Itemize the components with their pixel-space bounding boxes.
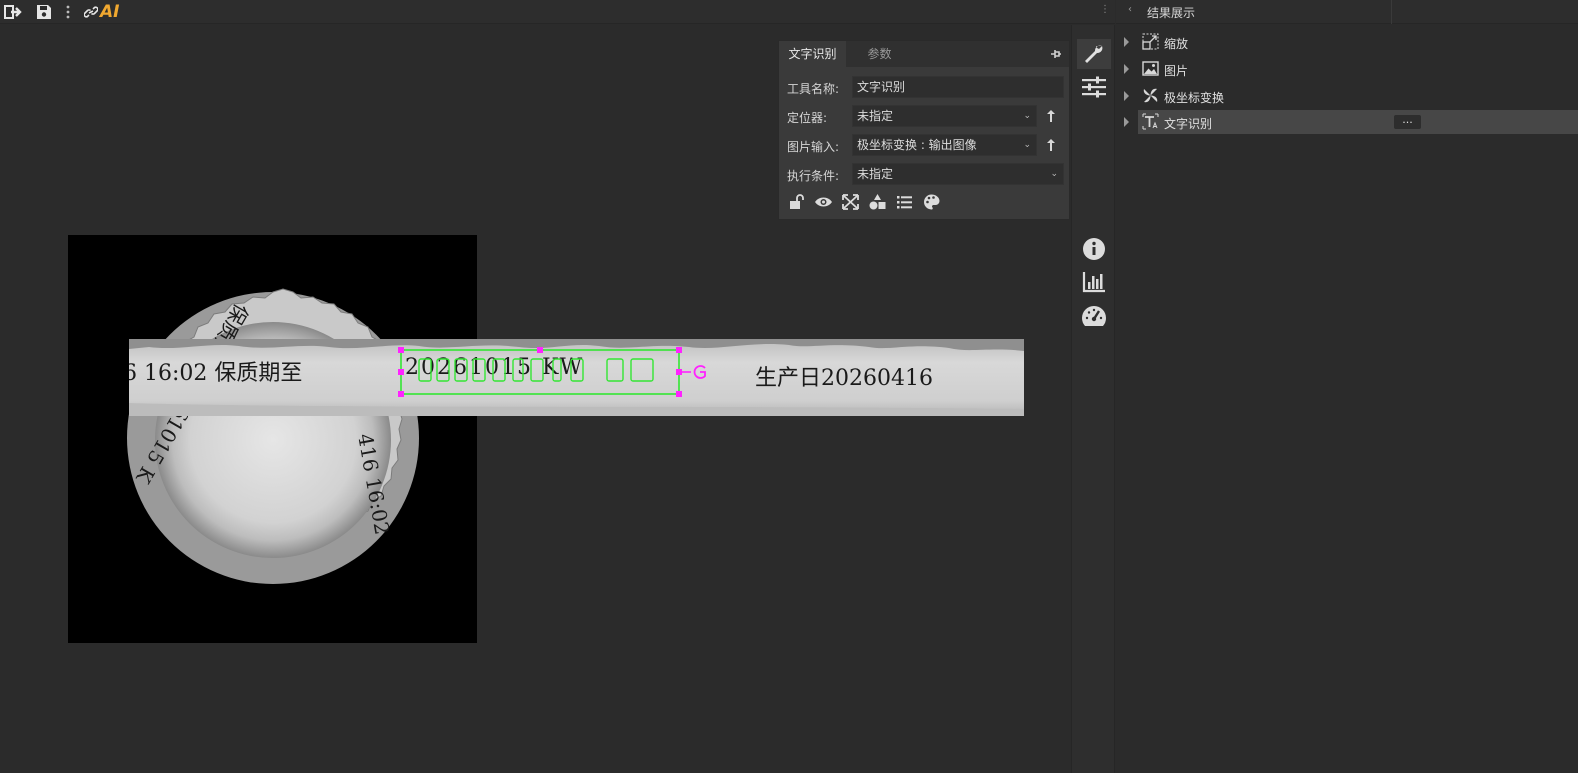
wrench-icon (1085, 45, 1103, 63)
strip-text-right: 生产日20260416 (755, 366, 933, 391)
image-input-value: 极坐标变换 : 输出图像 (857, 138, 977, 152)
expand-arrow-icon[interactable] (1124, 91, 1129, 101)
ai-link-button[interactable]: AI (84, 0, 119, 24)
tool-action-icons (787, 193, 941, 211)
text-recognition-icon (1142, 113, 1159, 130)
exec-cond-row: 执行条件: 未指定 ⌄ (779, 163, 1071, 187)
locator-select[interactable]: 未指定 ⌄ (852, 105, 1037, 127)
tree-item-label: 文字识别 (1164, 117, 1213, 131)
exec-cond-value: 未指定 (857, 167, 894, 181)
scale-icon (1142, 33, 1159, 50)
roi-handles (398, 347, 682, 397)
locator-row: 定位器: 未指定 ⌄ (779, 105, 1071, 129)
chevron-left-icon[interactable]: ‹ (1128, 4, 1132, 15)
expand-arrow-icon[interactable] (1124, 64, 1129, 74)
chevron-down-icon: ⌄ (1050, 169, 1058, 179)
image-input-select[interactable]: 极坐标变换 : 输出图像 ⌄ (852, 134, 1037, 156)
strip-text-left: 6 16:02 保质期至 (129, 361, 303, 386)
performance-button[interactable] (1077, 301, 1111, 331)
tree-item-image[interactable]: 图片 (1116, 57, 1578, 81)
roi-box[interactable] (395, 345, 715, 401)
rotate-handle-icon (693, 365, 706, 379)
eye-icon[interactable] (814, 193, 833, 211)
tool-name-input[interactable]: 文字识别 (852, 76, 1064, 98)
logout-icon[interactable] (3, 2, 23, 22)
exec-cond-label: 执行条件: (787, 169, 840, 183)
results-panel: ‹ 结果展示 缩放 图片 极坐标变换 文字识别 ... (1116, 0, 1578, 773)
shapes-icon[interactable] (868, 193, 887, 211)
locator-label: 定位器: (787, 111, 828, 125)
image-input-row: 图片输入: 极坐标变换 : 输出图像 ⌄ (779, 134, 1071, 158)
tools-button[interactable] (1077, 39, 1111, 69)
panel-grip-icon[interactable]: ⋮ (1100, 4, 1110, 15)
more-vertical-icon[interactable] (58, 2, 78, 22)
chevron-down-icon: ⌄ (1023, 140, 1031, 150)
tree-item-polar-transform[interactable]: 极坐标变换 (1116, 84, 1578, 108)
ai-label: AI (100, 2, 120, 22)
more-options-button[interactable]: ... (1394, 114, 1421, 129)
image-icon (1142, 61, 1159, 76)
link-icon (84, 6, 98, 18)
source-image: 保质期至20261015 K 416 16:02 (68, 235, 477, 643)
list-icon[interactable] (895, 193, 914, 211)
tool-name-row: 工具名称: 文字识别 (779, 76, 1071, 100)
app-window: AI ⋮ 416 16:02 6 16:02 保质期至 20261015 KW … (0, 0, 1578, 773)
results-title: 结果展示 (1147, 6, 1196, 20)
bottle-cap-image: 保质期至20261015 K 416 16:02 (127, 288, 419, 584)
tab-text-recognition[interactable]: 文字识别 (779, 41, 846, 67)
expand-arrow-icon[interactable] (1124, 117, 1129, 127)
info-button[interactable] (1077, 234, 1111, 264)
tool-name-label: 工具名称: (787, 82, 840, 96)
tree-item-text-recognition[interactable]: 文字识别 ... (1116, 110, 1578, 134)
vertical-toolbar (1071, 25, 1115, 773)
header-divider (1391, 0, 1392, 24)
results-header: ‹ 结果展示 (1116, 0, 1578, 24)
palette-icon[interactable] (922, 193, 941, 211)
tree-item-label: 缩放 (1164, 37, 1189, 51)
info-icon (1083, 238, 1105, 260)
exec-cond-select[interactable]: 未指定 ⌄ (852, 163, 1064, 185)
statistics-button[interactable] (1077, 267, 1111, 297)
settings-button[interactable] (1077, 72, 1111, 102)
unlock-icon[interactable] (787, 193, 806, 211)
jump-link-icon[interactable] (1043, 108, 1059, 124)
sliders-icon (1082, 76, 1106, 98)
tool-tabs: 文字识别 参数 (779, 41, 1069, 67)
image-input-label: 图片输入: (787, 140, 840, 154)
tree-item-label: 图片 (1164, 64, 1189, 78)
polar-icon (1143, 88, 1158, 103)
tab-params[interactable]: 参数 (846, 41, 913, 67)
chevron-down-icon: ⌄ (1023, 111, 1031, 121)
pin-icon[interactable] (1049, 47, 1063, 61)
tree-item-scale[interactable]: 缩放 (1116, 30, 1578, 54)
speedometer-icon (1081, 306, 1107, 326)
tree-item-label: 极坐标变换 (1164, 91, 1225, 105)
jump-link-icon[interactable] (1043, 137, 1059, 153)
tool-config-panel: 文字识别 参数 工具名称: 文字识别 定位器: 未指定 ⌄ 图片输入: 极坐标变… (778, 40, 1070, 220)
bar-chart-icon (1082, 272, 1105, 293)
expand-icon[interactable] (841, 193, 860, 211)
expand-arrow-icon[interactable] (1124, 37, 1129, 47)
locator-value: 未指定 (857, 109, 894, 123)
save-icon[interactable] (34, 2, 54, 22)
top-toolbar: AI ⋮ (0, 0, 1115, 24)
image-canvas[interactable]: 保质期至20261015 K 416 16:02 6 16:02 保质期至 20… (0, 25, 1071, 773)
